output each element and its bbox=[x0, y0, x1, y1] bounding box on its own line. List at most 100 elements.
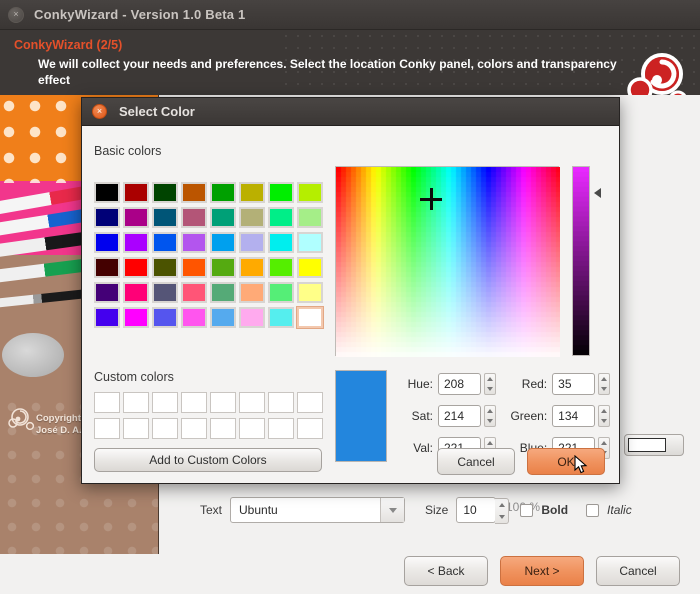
basic-color-swatch[interactable] bbox=[123, 232, 149, 253]
basic-color-swatch[interactable] bbox=[181, 232, 207, 253]
basic-color-swatch[interactable] bbox=[239, 307, 265, 328]
basic-color-swatch[interactable] bbox=[123, 307, 149, 328]
basic-color-swatch[interactable] bbox=[152, 232, 178, 253]
basic-color-swatch[interactable] bbox=[239, 207, 265, 228]
custom-color-swatch[interactable] bbox=[94, 392, 120, 413]
red-input[interactable]: 35 bbox=[552, 372, 595, 395]
custom-color-swatch[interactable] bbox=[181, 418, 207, 439]
custom-color-swatch[interactable] bbox=[210, 392, 236, 413]
basic-color-swatch[interactable] bbox=[268, 282, 294, 303]
spin-up-icon[interactable] bbox=[600, 408, 607, 413]
green-input[interactable]: 134 bbox=[552, 404, 595, 427]
custom-color-swatch[interactable] bbox=[239, 392, 265, 413]
basic-color-swatch[interactable] bbox=[268, 232, 294, 253]
basic-color-swatch[interactable] bbox=[297, 182, 323, 203]
back-button[interactable]: < Back bbox=[404, 556, 488, 586]
close-icon[interactable]: × bbox=[8, 6, 24, 23]
green-spin-buttons[interactable] bbox=[597, 404, 610, 427]
font-size-spin-buttons[interactable] bbox=[495, 498, 510, 524]
saturation-value-plane[interactable] bbox=[335, 166, 560, 357]
dialog-close-icon[interactable]: × bbox=[92, 104, 107, 119]
basic-color-swatch[interactable] bbox=[210, 182, 236, 203]
basic-color-swatch[interactable] bbox=[268, 307, 294, 328]
basic-color-swatch[interactable] bbox=[181, 182, 207, 203]
basic-color-swatch[interactable] bbox=[94, 207, 120, 228]
hue-spin-buttons[interactable] bbox=[483, 372, 496, 395]
basic-color-swatch[interactable] bbox=[94, 232, 120, 253]
spin-up-icon[interactable] bbox=[600, 440, 607, 445]
basic-color-swatch[interactable] bbox=[152, 282, 178, 303]
spin-up-icon[interactable] bbox=[486, 408, 493, 413]
basic-color-swatch[interactable] bbox=[123, 257, 149, 278]
add-to-custom-colors-button[interactable]: Add to Custom Colors bbox=[94, 448, 322, 472]
custom-color-swatch[interactable] bbox=[297, 392, 323, 413]
dialog-ok-button[interactable]: OK bbox=[527, 448, 605, 475]
custom-color-swatch[interactable] bbox=[210, 418, 236, 439]
basic-color-swatch[interactable] bbox=[152, 307, 178, 328]
spin-down-icon[interactable] bbox=[600, 418, 607, 423]
custom-colors-grid[interactable] bbox=[94, 392, 323, 439]
basic-color-swatch[interactable] bbox=[181, 207, 207, 228]
basic-color-swatch[interactable] bbox=[210, 282, 236, 303]
basic-color-swatch[interactable] bbox=[239, 232, 265, 253]
basic-color-swatch[interactable] bbox=[123, 282, 149, 303]
basic-color-swatch[interactable] bbox=[239, 282, 265, 303]
basic-color-swatch[interactable] bbox=[296, 306, 324, 329]
basic-color-swatch[interactable] bbox=[152, 182, 178, 203]
basic-color-swatch[interactable] bbox=[297, 207, 323, 228]
basic-colors-grid[interactable] bbox=[94, 182, 324, 329]
next-button[interactable]: Next > bbox=[500, 556, 584, 586]
spin-down-icon[interactable] bbox=[498, 515, 505, 519]
basic-color-swatch[interactable] bbox=[181, 282, 207, 303]
basic-color-swatch[interactable] bbox=[210, 232, 236, 253]
custom-color-swatch[interactable] bbox=[268, 418, 294, 439]
custom-color-swatch[interactable] bbox=[94, 418, 120, 439]
font-size-stepper[interactable]: 10 bbox=[456, 497, 510, 524]
custom-color-swatch[interactable] bbox=[239, 418, 265, 439]
sat-input[interactable]: 214 bbox=[438, 404, 481, 427]
basic-color-swatch[interactable] bbox=[123, 182, 149, 203]
cancel-button[interactable]: Cancel bbox=[596, 556, 680, 586]
basic-color-swatch[interactable] bbox=[181, 257, 207, 278]
spin-down-icon[interactable] bbox=[486, 386, 493, 391]
basic-color-swatch[interactable] bbox=[268, 257, 294, 278]
spin-up-icon[interactable] bbox=[486, 440, 493, 445]
color-picker-button[interactable] bbox=[624, 434, 684, 456]
spin-up-icon[interactable] bbox=[486, 376, 493, 381]
spin-up-icon[interactable] bbox=[498, 503, 505, 507]
custom-color-swatch[interactable] bbox=[181, 392, 207, 413]
basic-color-swatch[interactable] bbox=[152, 257, 178, 278]
custom-color-swatch[interactable] bbox=[123, 418, 149, 439]
hue-input[interactable]: 208 bbox=[438, 372, 481, 395]
basic-color-swatch[interactable] bbox=[268, 182, 294, 203]
spin-down-icon[interactable] bbox=[486, 418, 493, 423]
custom-color-swatch[interactable] bbox=[297, 418, 323, 439]
sat-spin-buttons[interactable] bbox=[483, 404, 496, 427]
red-spin-buttons[interactable] bbox=[597, 372, 610, 395]
custom-color-swatch[interactable] bbox=[152, 392, 178, 413]
basic-color-swatch[interactable] bbox=[210, 207, 236, 228]
basic-color-swatch[interactable] bbox=[94, 307, 120, 328]
basic-color-swatch[interactable] bbox=[239, 257, 265, 278]
value-slider-marker[interactable] bbox=[594, 188, 601, 198]
spin-up-icon[interactable] bbox=[600, 376, 607, 381]
custom-color-swatch[interactable] bbox=[152, 418, 178, 439]
dialog-cancel-button[interactable]: Cancel bbox=[437, 448, 515, 475]
basic-color-swatch[interactable] bbox=[239, 182, 265, 203]
value-slider[interactable] bbox=[572, 166, 590, 356]
spin-down-icon[interactable] bbox=[600, 386, 607, 391]
basic-color-swatch[interactable] bbox=[268, 207, 294, 228]
italic-checkbox[interactable] bbox=[586, 503, 600, 517]
custom-color-swatch[interactable] bbox=[268, 392, 294, 413]
basic-color-swatch[interactable] bbox=[123, 207, 149, 228]
basic-color-swatch[interactable] bbox=[94, 282, 120, 303]
basic-color-swatch[interactable] bbox=[152, 207, 178, 228]
basic-color-swatch[interactable] bbox=[297, 257, 323, 278]
basic-color-swatch[interactable] bbox=[94, 182, 120, 203]
basic-color-swatch[interactable] bbox=[297, 282, 323, 303]
custom-color-swatch[interactable] bbox=[123, 392, 149, 413]
basic-color-swatch[interactable] bbox=[297, 232, 323, 253]
basic-color-swatch[interactable] bbox=[210, 307, 236, 328]
basic-color-swatch[interactable] bbox=[210, 257, 236, 278]
basic-color-swatch[interactable] bbox=[94, 257, 120, 278]
